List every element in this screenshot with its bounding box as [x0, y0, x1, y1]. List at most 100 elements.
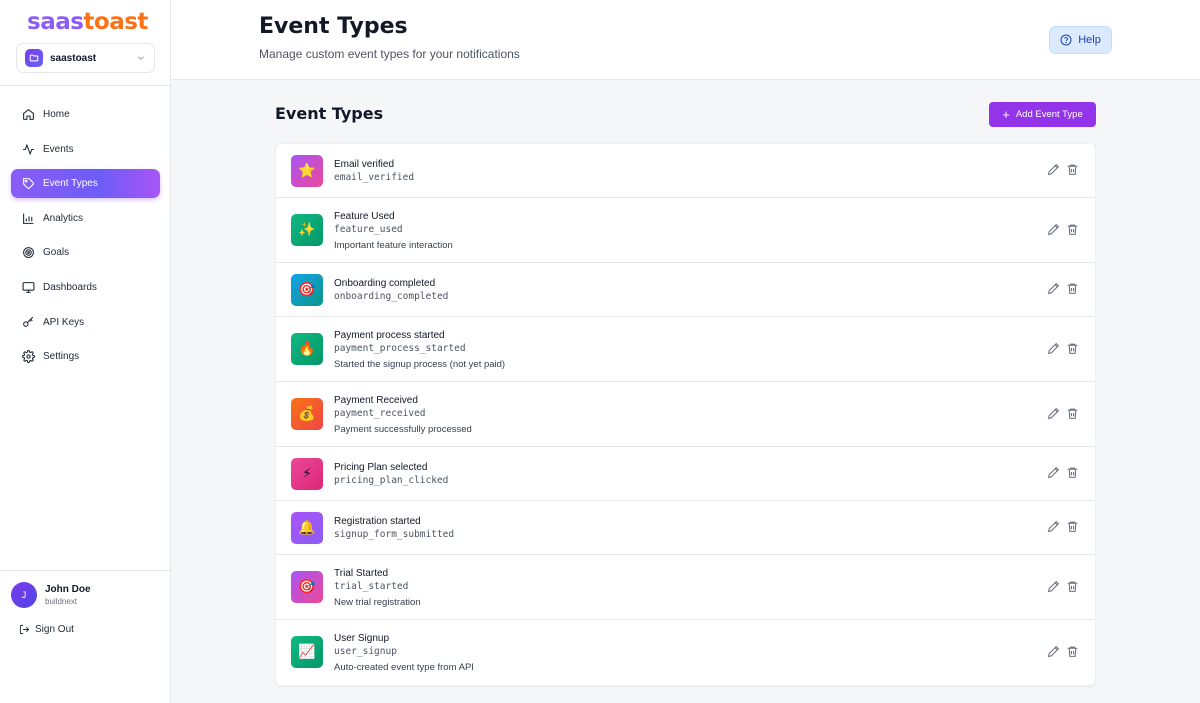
sidebar-divider — [0, 85, 171, 86]
event-type-name: Trial Started — [334, 568, 389, 579]
event-type-name: Payment Received — [334, 395, 418, 406]
sidebar-nav: Home Events Event Types Analytics Goals … — [11, 100, 160, 377]
user-profile[interactable]: J John Doe buildnext — [11, 582, 91, 608]
tag-icon — [23, 178, 34, 190]
event-type-info: Payment process started payment_process_s… — [334, 329, 505, 372]
event-type-actions — [1041, 466, 1079, 479]
event-type-actions — [1041, 342, 1079, 355]
event-type-actions — [1041, 645, 1079, 658]
sidebar-item-label: Analytics — [43, 212, 84, 224]
sidebar-item-label: Dashboards — [43, 281, 97, 293]
event-type-actions — [1041, 580, 1079, 593]
pencil-icon[interactable] — [1047, 223, 1060, 236]
monitor-icon — [22, 282, 35, 293]
event-type-row[interactable]: 🔔 Registration started signup_form_submitt… — [276, 501, 1095, 555]
event-type-name: Onboarding completed — [334, 278, 436, 289]
help-label: Help — [1078, 34, 1101, 46]
pencil-icon[interactable] — [1047, 466, 1060, 479]
event-type-name: Registration started — [334, 516, 421, 527]
trash-icon[interactable] — [1066, 466, 1079, 479]
pencil-icon[interactable] — [1047, 163, 1060, 176]
trash-icon[interactable] — [1066, 520, 1079, 533]
event-type-row[interactable]: 🔥 Payment process started payment_process_… — [276, 317, 1095, 382]
target-icon — [23, 247, 34, 259]
trash-icon[interactable] — [1066, 342, 1079, 355]
event-type-row[interactable]: ✨ Feature Used feature_used Important featu… — [276, 198, 1095, 263]
sidebar-item-settings[interactable]: Settings — [11, 342, 160, 371]
help-circle-icon — [1060, 34, 1072, 46]
trash-icon[interactable] — [1066, 223, 1079, 236]
gear-icon — [22, 350, 35, 364]
event-type-key: payment_process_started — [334, 343, 466, 354]
pencil-icon[interactable] — [1047, 407, 1060, 420]
event-type-row[interactable]: 💰 Payment Received payment_received Payment… — [276, 382, 1095, 447]
sidebar-item-home[interactable]: Home — [11, 100, 160, 129]
pencil-icon[interactable] — [1047, 645, 1060, 658]
page-subtitle: Manage custom event types for your notif… — [259, 47, 520, 61]
sidebar-item-events[interactable]: Events — [11, 135, 160, 164]
pencil-icon[interactable] — [1047, 520, 1060, 533]
sidebar-item-event-types[interactable]: Event Types — [11, 169, 160, 199]
plus-icon: + — [1002, 107, 1010, 122]
page-header: Event Types Manage custom event types fo… — [171, 0, 1200, 80]
key-icon — [23, 316, 34, 327]
sidebar-item-dashboards[interactable]: Dashboards — [11, 273, 160, 302]
trash-icon[interactable] — [1066, 163, 1079, 176]
trash-icon[interactable] — [1066, 580, 1079, 593]
sidebar-item-label: Settings — [43, 351, 80, 363]
sidebar-divider — [0, 570, 171, 571]
sidebar-item-label: Goals — [43, 247, 70, 259]
event-type-actions — [1041, 407, 1079, 420]
trash-icon[interactable] — [1066, 407, 1079, 420]
sidebar-item-label: API Keys — [43, 316, 85, 328]
event-type-info: Payment Received payment_received Payment … — [334, 394, 472, 437]
workspace-selector[interactable]: saastoast — [16, 43, 155, 73]
event-type-info: Registration started signup_form_submitte… — [334, 515, 454, 542]
event-type-row[interactable]: ⭐ Email verified email_verified — [276, 144, 1095, 198]
activity-icon — [23, 143, 34, 155]
page-title: Event Types — [259, 14, 408, 39]
event-type-key: feature_used — [334, 224, 403, 235]
sidebar-item-api-keys[interactable]: API Keys — [11, 308, 160, 337]
event-type-row[interactable]: 🎯 Trial Started trial_started New trial reg… — [276, 555, 1095, 620]
sidebar-item-analytics[interactable]: Analytics — [11, 204, 160, 233]
event-type-icon: 📈 — [291, 636, 323, 668]
event-type-info: Pricing Plan selected pricing_plan_clicke… — [334, 461, 448, 488]
event-type-name: Email verified — [334, 159, 395, 170]
trash-icon[interactable] — [1066, 282, 1079, 295]
event-type-icon: ⭐ — [291, 155, 323, 187]
sidebar-item-goals[interactable]: Goals — [11, 238, 160, 267]
sidebar-item-label: Home — [43, 109, 70, 120]
event-type-key: payment_received — [334, 408, 426, 419]
event-type-row[interactable]: 📈 User Signup user_signup Auto-created even… — [276, 620, 1095, 685]
avatar: J — [11, 582, 37, 608]
event-type-description: New trial registration — [334, 597, 421, 608]
event-type-icon: 🎯 — [291, 571, 323, 603]
event-type-icon: 🔔 — [291, 512, 323, 544]
trash-icon[interactable] — [1066, 645, 1079, 658]
pencil-icon[interactable] — [1047, 580, 1060, 593]
event-type-row[interactable]: 🎯 Onboarding completed onboarding_complete… — [276, 263, 1095, 317]
event-type-actions — [1041, 163, 1079, 176]
sign-out-label: Sign Out — [35, 624, 74, 635]
add-event-type-button[interactable]: + Add Event Type — [989, 102, 1096, 127]
event-type-list: ⭐ Email verified email_verified ✨ Feature Us… — [275, 143, 1096, 686]
section-title: Event Types — [275, 104, 384, 123]
event-type-icon: 🎯 — [291, 274, 323, 306]
event-type-key: pricing_plan_clicked — [334, 475, 449, 486]
event-type-icon: ✨ — [291, 214, 323, 246]
event-type-name: User Signup — [334, 633, 390, 644]
sidebar-item-label: Event Types — [43, 178, 98, 190]
sidebar-item-label: Events — [43, 143, 74, 155]
pencil-icon[interactable] — [1047, 342, 1060, 355]
workspace-name: saastoast — [50, 52, 97, 64]
pencil-icon[interactable] — [1047, 282, 1060, 295]
event-type-description: Auto-created event type from API — [334, 662, 474, 673]
event-type-description: Important feature interaction — [334, 240, 453, 251]
sign-out-button[interactable]: Sign Out — [19, 624, 74, 635]
help-button[interactable]: Help — [1049, 26, 1112, 54]
event-type-name: Pricing Plan selected — [334, 462, 428, 473]
sidebar: saastoast saastoast Home Events Event Ty… — [0, 0, 171, 703]
event-type-row[interactable]: ⚡ Pricing Plan selected pricing_plan_click… — [276, 447, 1095, 501]
brand-logo[interactable]: saastoast — [27, 9, 148, 35]
